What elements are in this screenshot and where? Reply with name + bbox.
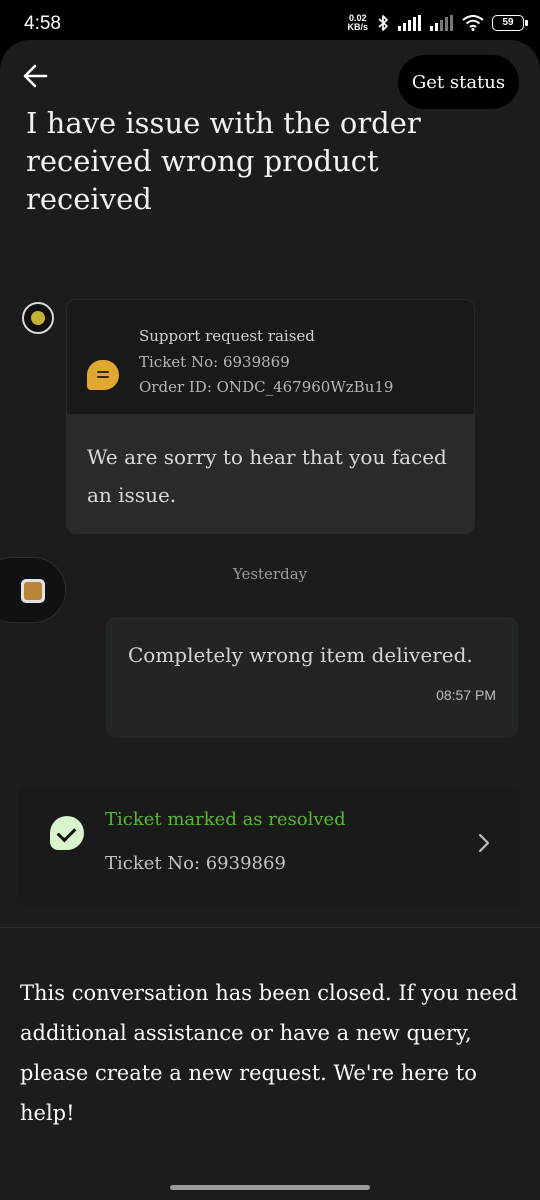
ticket-resolved-card[interactable]: Ticket marked as resolved Ticket No: 693… [18,786,521,908]
chat-icon-line [97,371,109,373]
support-request-card: Support request raised Ticket No: 693986… [66,299,475,534]
divider [0,927,540,928]
bluetooth-icon [378,15,388,31]
screen: 4:58 0.02 KB/s 59 Get status I have issu… [0,0,540,1200]
signal-icon [398,15,421,31]
resolved-title: Ticket marked as resolved [105,809,346,830]
chevron-right-icon [478,833,490,853]
back-arrow-icon[interactable] [18,58,54,94]
support-request-heading: Support request raised [139,327,315,345]
resolved-ticket-number: Ticket No: 6939869 [105,853,286,874]
user-message-time: 08:57 PM [436,687,496,703]
date-separator: Yesterday [232,565,308,583]
network-speed: 0.02 KB/s [347,14,368,32]
battery-icon: 59 [492,15,528,31]
get-status-button[interactable]: Get status [398,55,519,109]
wifi-icon [462,15,484,31]
user-message-text: Completely wrong item delivered. [128,643,473,667]
order-id: Order ID: ONDC_467960WzBu19 [139,378,394,396]
support-message: We are sorry to hear that you faced an i… [67,414,474,533]
status-time: 4:58 [24,13,61,34]
status-icons: 0.02 KB/s 59 [347,14,528,32]
chat-icon-line [97,376,109,378]
support-request-header: Support request raised Ticket No: 693986… [67,300,474,414]
ticket-number: Ticket No: 6939869 [139,352,290,371]
signal-icon-secondary [430,15,453,31]
user-message-bubble: Completely wrong item delivered. 08:57 P… [106,617,518,738]
conversation-closed-note: This conversation has been closed. If yo… [20,981,518,1125]
chat-bubble-icon [87,360,119,390]
network-speed-unit: KB/s [347,22,368,32]
bot-indicator-icon [22,302,54,334]
support-request-details: Support request raised Ticket No: 693986… [139,324,393,401]
page-title: I have issue with the order received wro… [26,106,421,216]
check-icon [50,816,84,850]
home-indicator[interactable] [170,1185,370,1190]
